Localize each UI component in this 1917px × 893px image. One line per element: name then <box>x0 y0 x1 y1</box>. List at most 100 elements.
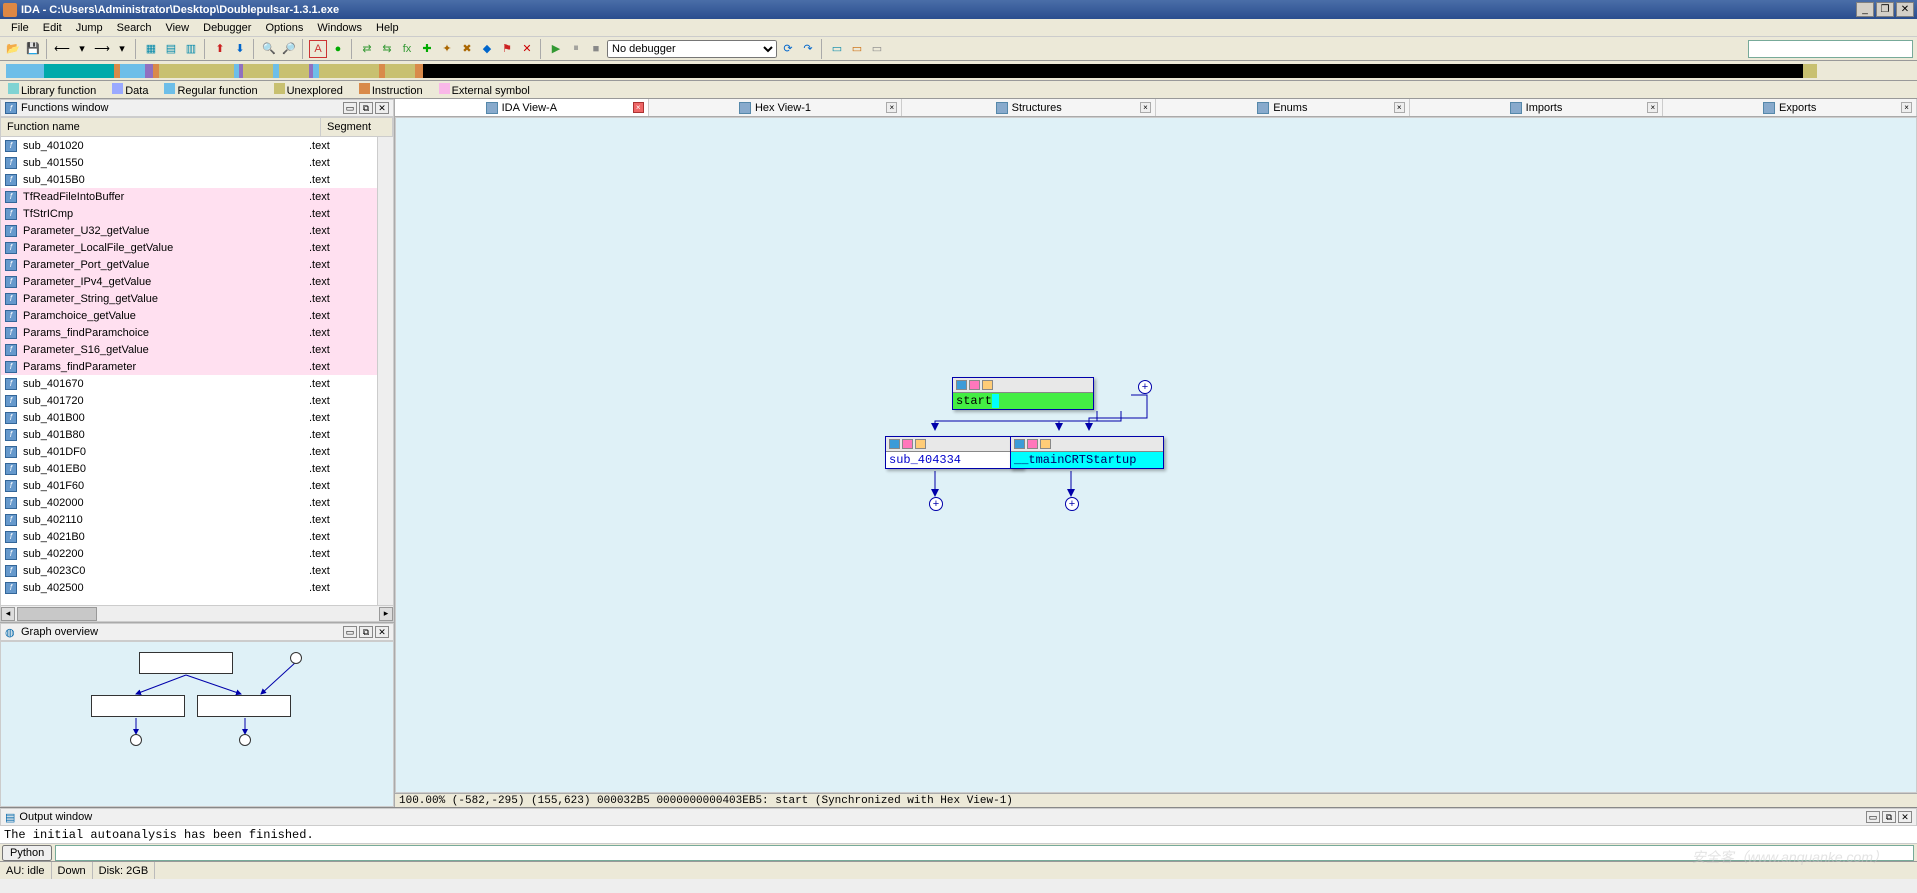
search-next-icon[interactable]: 🔍 <box>260 40 278 58</box>
python-input[interactable] <box>55 845 1914 861</box>
col-function-name[interactable]: Function name <box>1 118 321 136</box>
debug-stop-icon[interactable]: ■ <box>587 40 605 58</box>
tab-enums[interactable]: Enums× <box>1156 99 1410 116</box>
flag-icon[interactable]: ⚑ <box>498 40 516 58</box>
python-lang-button[interactable]: Python <box>2 845 52 861</box>
function-row[interactable]: fsub_401DF0.text <box>1 443 377 460</box>
graph-node-sub-404334[interactable]: sub_404334 <box>885 436 1023 469</box>
function-row[interactable]: fParams_findParamchoice.text <box>1 324 377 341</box>
refresh-icon[interactable]: ⟳ <box>779 40 797 58</box>
menu-file[interactable]: File <box>4 20 36 36</box>
tab-hex-view-1[interactable]: Hex View-1× <box>649 99 903 116</box>
graph-collapse-2[interactable]: + <box>929 497 943 511</box>
window-icon-2[interactable]: ▭ <box>848 40 866 58</box>
functions-list[interactable]: fsub_401020.textfsub_401550.textfsub_401… <box>1 137 377 605</box>
ov-float-button[interactable]: ⧉ <box>359 626 373 638</box>
menu-options[interactable]: Options <box>258 20 310 36</box>
menu-debugger[interactable]: Debugger <box>196 20 258 36</box>
xref-icon-1[interactable]: ⇄ <box>358 40 376 58</box>
tab-close-icon[interactable]: × <box>886 102 897 113</box>
function-row[interactable]: fParameter_Port_getValue.text <box>1 256 377 273</box>
function-row[interactable]: fsub_401670.text <box>1 375 377 392</box>
col-segment[interactable]: Segment <box>321 118 393 136</box>
close-window-button[interactable]: ✕ <box>1896 2 1914 17</box>
xref-icon-3[interactable]: fx <box>398 40 416 58</box>
function-row[interactable]: fsub_402200.text <box>1 545 377 562</box>
save-icon[interactable]: 💾 <box>24 40 42 58</box>
function-row[interactable]: fsub_402500.text <box>1 579 377 596</box>
function-row[interactable]: fParamchoice_getValue.text <box>1 307 377 324</box>
xref-icon-2[interactable]: ⇆ <box>378 40 396 58</box>
function-row[interactable]: fsub_4015B0.text <box>1 171 377 188</box>
nav-fwd-drop-icon[interactable]: ▾ <box>113 40 131 58</box>
function-row[interactable]: fParameter_IPv4_getValue.text <box>1 273 377 290</box>
open-icon[interactable]: 📂 <box>4 40 22 58</box>
function-row[interactable]: fsub_401B00.text <box>1 409 377 426</box>
record-icon[interactable]: ● <box>329 40 347 58</box>
tab-close-icon[interactable]: × <box>633 102 644 113</box>
function-row[interactable]: fsub_4021B0.text <box>1 528 377 545</box>
quick-filter-input[interactable] <box>1748 40 1913 58</box>
graph-collapse-3[interactable]: + <box>1065 497 1079 511</box>
graph-collapse-1[interactable]: + <box>1138 380 1152 394</box>
minimize-button[interactable]: _ <box>1856 2 1874 17</box>
function-row[interactable]: fsub_402000.text <box>1 494 377 511</box>
tab-close-icon[interactable]: × <box>1394 102 1405 113</box>
function-row[interactable]: fParams_findParameter.text <box>1 358 377 375</box>
mark-icon[interactable]: ◆ <box>478 40 496 58</box>
tool-icon-1[interactable]: ▦ <box>142 40 160 58</box>
restore-button[interactable]: ❐ <box>1876 2 1894 17</box>
panel-close-button[interactable]: ✕ <box>375 102 389 114</box>
debug-pause-icon[interactable]: ⏸ <box>567 40 585 58</box>
menu-search[interactable]: Search <box>110 20 159 36</box>
debugger-select[interactable]: No debugger <box>607 40 777 58</box>
function-row[interactable]: fsub_401720.text <box>1 392 377 409</box>
tool-icon-3[interactable]: ▥ <box>182 40 200 58</box>
output-text[interactable]: The initial autoanalysis has been finish… <box>0 826 1917 843</box>
function-row[interactable]: fsub_401EB0.text <box>1 460 377 477</box>
search-prev-icon[interactable]: 🔎 <box>280 40 298 58</box>
function-row[interactable]: fsub_401B80.text <box>1 426 377 443</box>
tab-close-icon[interactable]: × <box>1647 102 1658 113</box>
ov-close-button[interactable]: ✕ <box>375 626 389 638</box>
out-dock-button[interactable]: ▭ <box>1866 811 1880 823</box>
window-icon-3[interactable]: ▭ <box>868 40 886 58</box>
graph-node-tmaincrtstartup[interactable]: __tmainCRTStartup <box>1010 436 1164 469</box>
nav-back-drop-icon[interactable]: ▾ <box>73 40 91 58</box>
up-arrow-icon[interactable]: ⬆ <box>211 40 229 58</box>
nav-back-icon[interactable]: ⟵ <box>53 40 71 58</box>
graph-node-start[interactable]: start <box>952 377 1094 410</box>
function-row[interactable]: fsub_401F60.text <box>1 477 377 494</box>
delete-icon[interactable]: ✕ <box>518 40 536 58</box>
tab-imports[interactable]: Imports× <box>1410 99 1664 116</box>
menu-edit[interactable]: Edit <box>36 20 69 36</box>
panel-float-button[interactable]: ⧉ <box>359 102 373 114</box>
step-icon[interactable]: ↷ <box>799 40 817 58</box>
out-close-button[interactable]: ✕ <box>1898 811 1912 823</box>
window-icon-1[interactable]: ▭ <box>828 40 846 58</box>
tag-icon[interactable]: ✦ <box>438 40 456 58</box>
panel-dock-button[interactable]: ▭ <box>343 102 357 114</box>
functions-vscrollbar[interactable] <box>377 137 393 605</box>
function-row[interactable]: fParameter_String_getValue.text <box>1 290 377 307</box>
function-row[interactable]: fParameter_LocalFile_getValue.text <box>1 239 377 256</box>
plus-icon[interactable]: ✚ <box>418 40 436 58</box>
debug-run-icon[interactable]: ▶ <box>547 40 565 58</box>
functions-hscrollbar[interactable]: ◂ ▸ <box>1 605 393 621</box>
menu-jump[interactable]: Jump <box>69 20 110 36</box>
tab-close-icon[interactable]: × <box>1901 102 1912 113</box>
nav-color-bar[interactable] <box>0 61 1917 81</box>
function-row[interactable]: fTfStrICmp.text <box>1 205 377 222</box>
menu-view[interactable]: View <box>158 20 196 36</box>
function-row[interactable]: fParameter_U32_getValue.text <box>1 222 377 239</box>
tab-structures[interactable]: Structures× <box>902 99 1156 116</box>
out-float-button[interactable]: ⧉ <box>1882 811 1896 823</box>
graph-overview-canvas[interactable] <box>0 641 394 807</box>
down-arrow-icon[interactable]: ⬇ <box>231 40 249 58</box>
tab-close-icon[interactable]: × <box>1140 102 1151 113</box>
menu-windows[interactable]: Windows <box>310 20 369 36</box>
function-row[interactable]: fsub_401020.text <box>1 137 377 154</box>
function-row[interactable]: fsub_401550.text <box>1 154 377 171</box>
tab-exports[interactable]: Exports× <box>1663 99 1917 116</box>
nav-fwd-icon[interactable]: ⟶ <box>93 40 111 58</box>
